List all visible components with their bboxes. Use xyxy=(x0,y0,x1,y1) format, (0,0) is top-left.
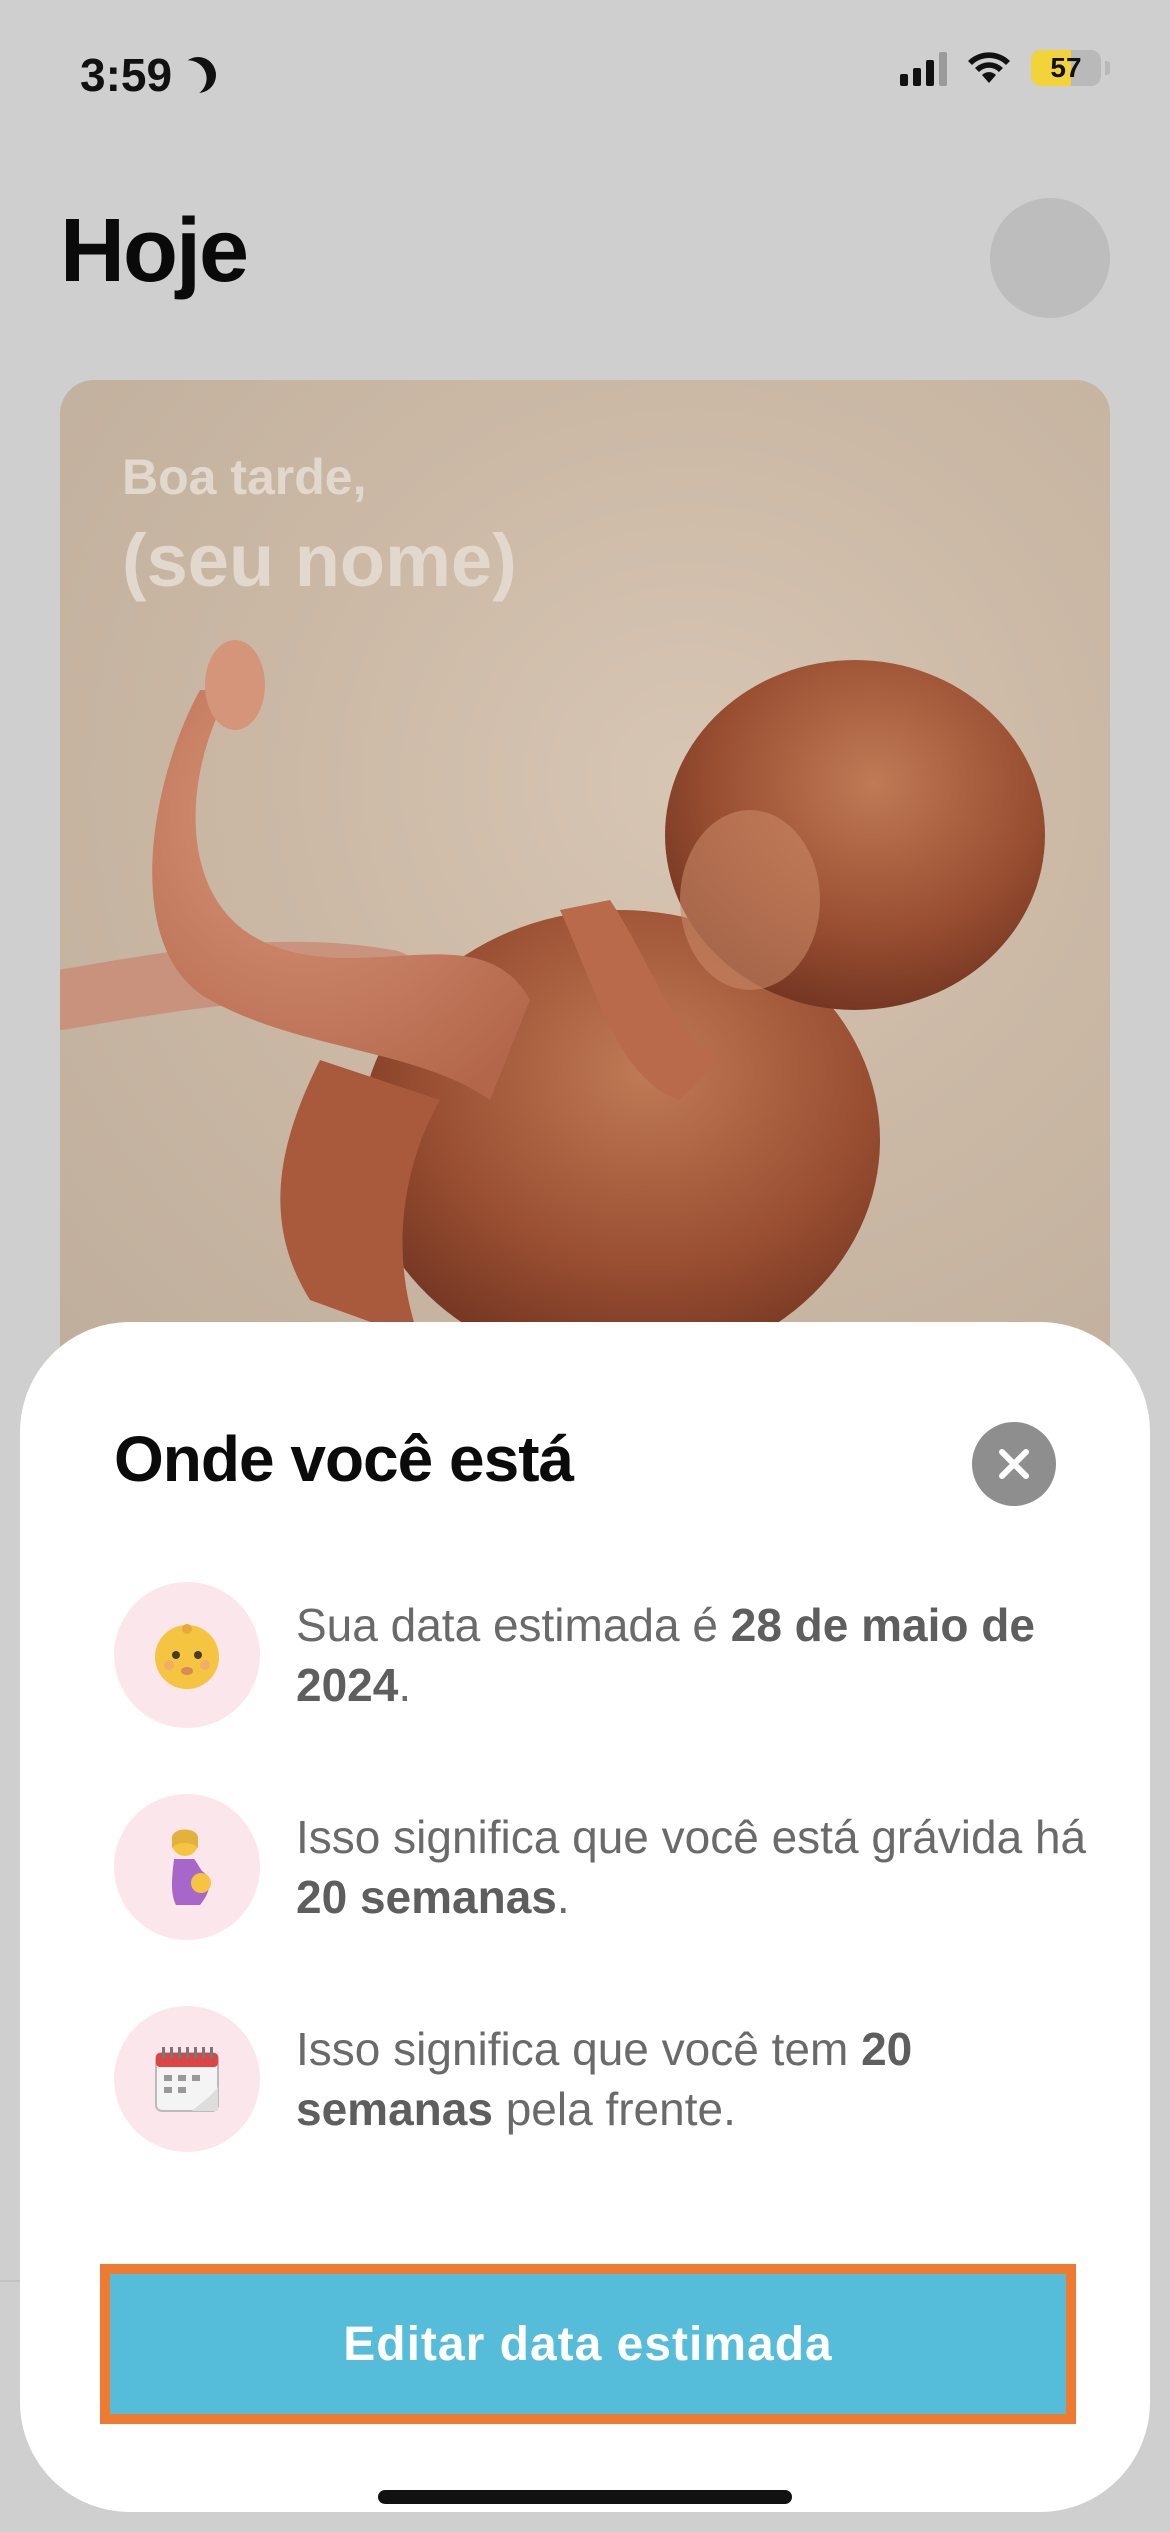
fetus-illustration xyxy=(60,640,1045,1370)
home-indicator[interactable] xyxy=(378,2490,792,2504)
cellular-signal-icon xyxy=(900,50,947,86)
close-icon xyxy=(999,1449,1029,1479)
battery-percent: 57 xyxy=(1050,52,1082,83)
battery-icon: 57 xyxy=(1031,50,1101,86)
sheet-title: Onde você está xyxy=(114,1423,574,1495)
weeks-pregnant-row: Isso significa que você está grávida há … xyxy=(114,1794,1094,1940)
pregnant-woman-icon xyxy=(114,1794,260,1940)
weeks-remaining-row: Isso significa que você tem 20 semanas p… xyxy=(114,2006,1094,2152)
edit-button-highlight: Editar data estimada xyxy=(100,2264,1076,2424)
user-name-text[interactable]: (seu nome) xyxy=(122,518,517,603)
page-title: Hoje xyxy=(60,201,249,301)
hero-card[interactable]: Boa tarde, (seu nome) xyxy=(60,380,1110,1380)
time-label: 3:59 xyxy=(80,49,173,101)
calendar-icon xyxy=(114,2006,260,2152)
battery-tip xyxy=(1105,61,1110,75)
weeks-remaining-text: Isso significa que você tem 20 semanas p… xyxy=(296,2023,913,2135)
where-you-are-sheet: Onde você está Sua data estimada é 28 de… xyxy=(20,1322,1150,2512)
weeks-pregnant-text: Isso significa que você está grávida há … xyxy=(296,1811,1087,1923)
divider xyxy=(0,2280,20,2282)
wifi-icon xyxy=(968,52,1010,83)
edit-due-date-button[interactable]: Editar data estimada xyxy=(110,2274,1066,2414)
weeks-pregnant-value: 20 semanas xyxy=(296,1871,557,1923)
profile-avatar[interactable] xyxy=(990,198,1110,318)
moon-icon xyxy=(175,52,221,98)
baby-face-icon xyxy=(114,1582,260,1728)
due-date-row: Sua data estimada é 28 de maio de 2024. xyxy=(114,1582,1094,1728)
due-date-text: Sua data estimada é 28 de maio de 2024. xyxy=(296,1599,1035,1711)
status-time: 3:59 xyxy=(80,48,216,102)
close-button[interactable] xyxy=(972,1422,1056,1506)
status-indicators: 57 xyxy=(900,50,1110,86)
status-bar: 3:59 57 xyxy=(0,0,1170,150)
greeting-text: Boa tarde, xyxy=(122,449,367,505)
